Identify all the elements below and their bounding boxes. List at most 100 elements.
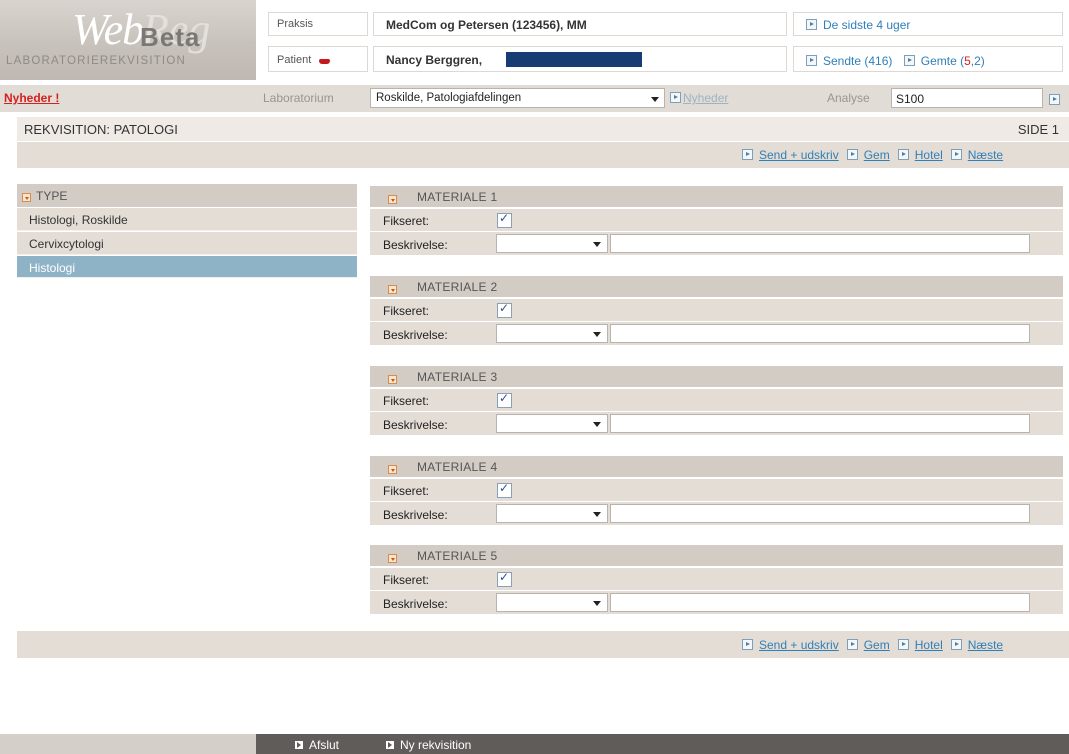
- description-input[interactable]: [610, 593, 1030, 612]
- sent-link[interactable]: Sendte (416): [806, 54, 892, 68]
- fixed-row: Fikseret: ✓: [370, 568, 1063, 590]
- type-panel-header[interactable]: TYPE: [17, 184, 357, 207]
- last-4-weeks-link[interactable]: De sidste 4 uger: [806, 18, 910, 32]
- saved-label-suffix: ): [980, 54, 985, 68]
- description-label: Beskrivelse:: [383, 418, 448, 432]
- material-title: MATERIALE 1: [417, 190, 498, 204]
- analyse-input[interactable]: S100: [891, 88, 1043, 108]
- new-requisition-button[interactable]: Ny rekvisition: [386, 738, 471, 752]
- type-item[interactable]: Cervixcytologi: [17, 232, 357, 255]
- description-select[interactable]: [496, 324, 608, 343]
- arrow-icon: [1049, 94, 1060, 106]
- save-label: Gem: [863, 638, 890, 652]
- lab-news-link[interactable]: Nyheder: [670, 91, 728, 105]
- collapse-icon: [388, 285, 397, 295]
- description-input[interactable]: [610, 504, 1030, 523]
- app-logo: Web Reg Beta LABORATORIEREKVISITION: [0, 0, 256, 80]
- new-requisition-label: Ny rekvisition: [400, 738, 472, 752]
- heart-icon[interactable]: [319, 59, 330, 64]
- material-header[interactable]: MATERIALE 4: [370, 456, 1063, 477]
- logo-subtitle: LABORATORIEREKVISITION: [6, 55, 186, 67]
- material-title: MATERIALE 2: [417, 280, 498, 294]
- fixed-label: Fikseret:: [383, 394, 430, 408]
- send-print-button[interactable]: Send + udskriv: [742, 638, 839, 652]
- fixed-checkbox[interactable]: ✓: [497, 301, 512, 318]
- material-title: MATERIALE 5: [417, 549, 498, 563]
- description-row: Beskrivelse:: [370, 322, 1063, 345]
- bottom-actions: Send + udskriv Gem Hotel Næste: [742, 638, 1003, 652]
- description-label: Beskrivelse:: [383, 328, 448, 342]
- hotel-button[interactable]: Hotel: [897, 638, 943, 652]
- check-icon: ✓: [499, 301, 510, 315]
- send-print-button[interactable]: Send + udskriv: [742, 148, 839, 162]
- description-select[interactable]: [496, 234, 608, 253]
- material-header[interactable]: MATERIALE 2: [370, 276, 1063, 297]
- save-button[interactable]: Gem: [846, 148, 890, 162]
- bottom-action-bar: Send + udskriv Gem Hotel Næste: [17, 631, 1069, 658]
- fixed-label: Fikseret:: [383, 484, 430, 498]
- arrow-icon: [295, 740, 303, 749]
- analyse-go-icon[interactable]: [1049, 93, 1060, 107]
- hotel-label: Hotel: [914, 638, 943, 652]
- lab-select-value: Roskilde, Patologiafdelingen: [376, 92, 522, 104]
- praksis-label-cell: Praksis: [268, 12, 368, 36]
- page-title: REKVISITION: PATOLOGI: [24, 122, 178, 137]
- praksis-label: Praksis: [277, 18, 314, 30]
- material-header[interactable]: MATERIALE 5: [370, 545, 1063, 566]
- exit-button[interactable]: Afslut: [295, 738, 339, 752]
- top-action-bar: Send + udskriv Gem Hotel Næste: [17, 142, 1069, 168]
- arrow-icon: [846, 149, 858, 161]
- arrow-icon: [897, 639, 909, 651]
- fixed-checkbox[interactable]: ✓: [497, 211, 512, 228]
- collapse-icon: [22, 193, 31, 203]
- type-item[interactable]: Histologi, Roskilde: [17, 208, 357, 231]
- fixed-checkbox[interactable]: ✓: [497, 570, 512, 587]
- lab-select[interactable]: Roskilde, Patologiafdelingen: [370, 88, 665, 108]
- type-panel-title: TYPE: [36, 189, 68, 203]
- next-button[interactable]: Næste: [950, 638, 1003, 652]
- fixed-checkbox[interactable]: ✓: [497, 391, 512, 408]
- page-title-bar: REKVISITION: PATOLOGI SIDE 1: [17, 117, 1069, 141]
- patient-name: Nancy Berggren,: [386, 53, 483, 67]
- last4-cell: De sidste 4 uger: [793, 12, 1063, 36]
- send-print-label: Send + udskriv: [759, 638, 839, 652]
- arrow-icon: [846, 639, 858, 651]
- lab-news-label: Nyheder: [683, 91, 729, 105]
- arrow-icon: [806, 19, 817, 31]
- next-button[interactable]: Næste: [950, 148, 1003, 162]
- patient-label-cell: Patient: [268, 46, 368, 72]
- saved-count-red: 5: [964, 54, 971, 68]
- arrow-icon: [903, 55, 915, 67]
- arrow-icon: [806, 55, 817, 67]
- save-button[interactable]: Gem: [846, 638, 890, 652]
- patient-value-cell: Nancy Berggren,: [373, 46, 787, 72]
- description-select[interactable]: [496, 504, 608, 523]
- fixed-label: Fikseret:: [383, 304, 430, 318]
- check-icon: ✓: [499, 570, 510, 584]
- saved-link[interactable]: Gemte (5,2): [903, 54, 985, 68]
- type-item-selected[interactable]: Histologi: [17, 256, 357, 278]
- top-actions: Send + udskriv Gem Hotel Næste: [742, 148, 1003, 162]
- collapse-icon: [388, 465, 397, 475]
- collapse-icon: [388, 195, 397, 205]
- arrow-icon: [670, 92, 681, 104]
- hotel-button[interactable]: Hotel: [897, 148, 943, 162]
- description-label: Beskrivelse:: [383, 508, 448, 522]
- logo-web-text: Web: [72, 5, 144, 54]
- material-title: MATERIALE 4: [417, 460, 498, 474]
- material-title: MATERIALE 3: [417, 370, 498, 384]
- description-select[interactable]: [496, 593, 608, 612]
- news-link[interactable]: Nyheder !: [4, 91, 59, 105]
- type-item-label: Cervixcytologi: [29, 237, 104, 251]
- fixed-checkbox[interactable]: ✓: [497, 481, 512, 498]
- description-select[interactable]: [496, 414, 608, 433]
- description-input[interactable]: [610, 234, 1030, 253]
- chevron-down-icon: [593, 512, 601, 517]
- description-input[interactable]: [610, 414, 1030, 433]
- fixed-label: Fikseret:: [383, 214, 430, 228]
- material-header[interactable]: MATERIALE 1: [370, 186, 1063, 207]
- lab-label: Laboratorium: [263, 91, 334, 105]
- description-input[interactable]: [610, 324, 1030, 343]
- material-header[interactable]: MATERIALE 3: [370, 366, 1063, 387]
- fixed-row: Fikseret: ✓: [370, 479, 1063, 501]
